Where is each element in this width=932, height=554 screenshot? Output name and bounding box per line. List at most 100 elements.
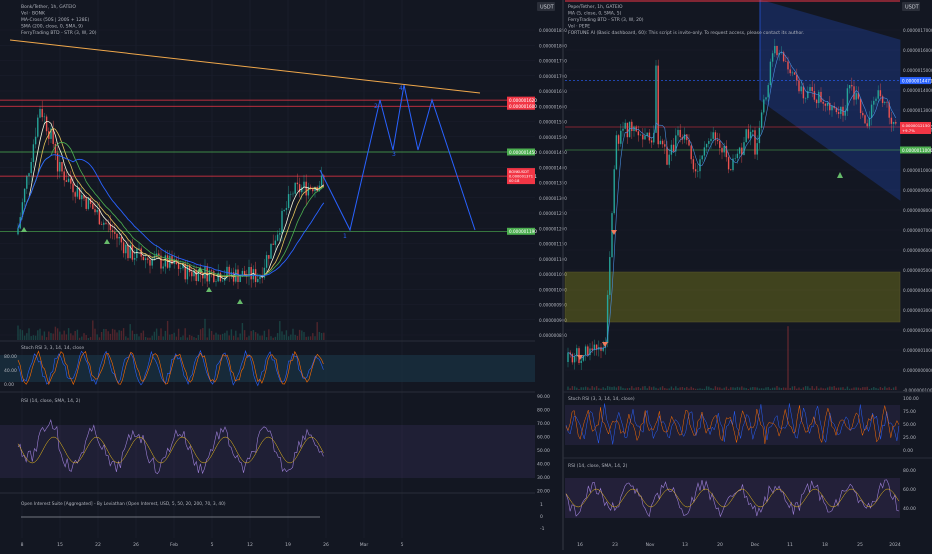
- candle: [694, 169, 697, 172]
- volume-bar: [884, 386, 886, 390]
- volume-bar: [215, 332, 217, 340]
- candle: [613, 169, 615, 214]
- chart-canvas[interactable]: 0.0000018500.0000018000.0000017500.00000…: [0, 0, 932, 550]
- volume-bar: [716, 387, 719, 390]
- volume-bar: [611, 387, 613, 390]
- candle: [34, 136, 37, 145]
- volume-bar: [873, 386, 875, 390]
- right-rsi-legend: RSI (14, close, SMA, 14, 2): [568, 463, 628, 469]
- volume-bar: [650, 387, 653, 390]
- wave-label: 4: [399, 85, 403, 92]
- volume-bar: [826, 387, 829, 390]
- candle: [125, 244, 127, 254]
- volume-bar: [615, 387, 618, 390]
- left-legend-line: Vol · BONK: [21, 11, 46, 17]
- candle: [45, 116, 48, 132]
- candle: [283, 209, 285, 211]
- volume-bar: [48, 331, 50, 340]
- volume-bar: [136, 333, 138, 340]
- left-time-tick: Feb: [170, 542, 178, 548]
- right-stoch-legend: Stoch RSI (3, 3, 14, 14, close): [568, 396, 635, 402]
- candle: [895, 122, 897, 124]
- right-price-tick: 0.0000002000: [903, 328, 932, 333]
- candle: [111, 230, 114, 233]
- volume-bar: [131, 330, 134, 340]
- wave-label: 3: [392, 151, 396, 158]
- volume-bar: [109, 333, 112, 340]
- volume-bar: [21, 330, 24, 340]
- volume-bar: [752, 387, 754, 390]
- candle: [774, 45, 776, 54]
- candle: [769, 61, 772, 86]
- candle: [851, 85, 853, 87]
- volume-bar: [620, 386, 622, 390]
- candle: [239, 276, 241, 283]
- candle: [72, 183, 74, 193]
- candle: [620, 130, 622, 144]
- left-time-tick: 5: [401, 542, 404, 548]
- candle: [103, 222, 105, 225]
- candle: [287, 194, 290, 209]
- candle: [837, 112, 840, 114]
- right-stoch-tick: 0.00: [903, 448, 913, 454]
- candle: [639, 134, 642, 136]
- volume-bar: [237, 337, 239, 340]
- volume-bar: [142, 330, 145, 340]
- volume-bar: [870, 388, 873, 390]
- candle: [873, 100, 875, 105]
- candle: [884, 102, 886, 104]
- volume-bar: [305, 336, 307, 340]
- candle: [195, 270, 197, 282]
- volume-bar: [789, 387, 791, 390]
- candle: [320, 175, 323, 186]
- volume-bar: [868, 388, 871, 390]
- volume-bar: [270, 336, 272, 340]
- volume-bar: [738, 387, 741, 390]
- volume-bar: [34, 335, 37, 340]
- volume-bar: [217, 334, 219, 340]
- volume-bar: [116, 332, 118, 340]
- volume-bar: [298, 329, 301, 340]
- candle: [870, 104, 873, 118]
- volume-bar: [103, 328, 105, 340]
- candle: [615, 135, 618, 170]
- candle: [771, 53, 774, 62]
- volume-bar: [749, 387, 752, 390]
- candle: [767, 85, 769, 98]
- stoch-band: [0, 355, 535, 382]
- volume-bar: [197, 334, 200, 340]
- candle: [719, 141, 721, 148]
- volume-bar: [254, 332, 257, 340]
- candle: [677, 129, 679, 136]
- volume-bar: [829, 386, 831, 390]
- candle: [136, 249, 138, 259]
- candle: [600, 347, 602, 351]
- candle: [272, 243, 274, 245]
- volume-bar: [230, 329, 233, 340]
- demand-zone[interactable]: [564, 271, 901, 323]
- volume-bar: [191, 335, 193, 340]
- candle: [679, 129, 681, 138]
- volume-bar: [72, 335, 74, 340]
- candle: [100, 224, 103, 225]
- wave-label: 2: [374, 103, 378, 110]
- candle: [855, 93, 857, 100]
- right-rsi-tick: 80.00: [903, 468, 916, 474]
- candle: [705, 143, 708, 148]
- volume-bar: [888, 387, 890, 390]
- volume-bar: [164, 330, 167, 340]
- volume-bar: [307, 336, 310, 340]
- volume-bar: [219, 334, 222, 340]
- candle: [754, 130, 756, 155]
- candle: [274, 240, 277, 245]
- volume-bar: [85, 335, 87, 340]
- candle: [580, 360, 582, 363]
- candle: [631, 121, 633, 132]
- volume-bar: [736, 386, 739, 390]
- candle: [149, 259, 151, 266]
- volume-bar: [604, 388, 607, 390]
- volume-bar: [617, 386, 620, 390]
- candle: [122, 242, 125, 254]
- volume-bar: [712, 388, 714, 390]
- candle: [105, 222, 107, 224]
